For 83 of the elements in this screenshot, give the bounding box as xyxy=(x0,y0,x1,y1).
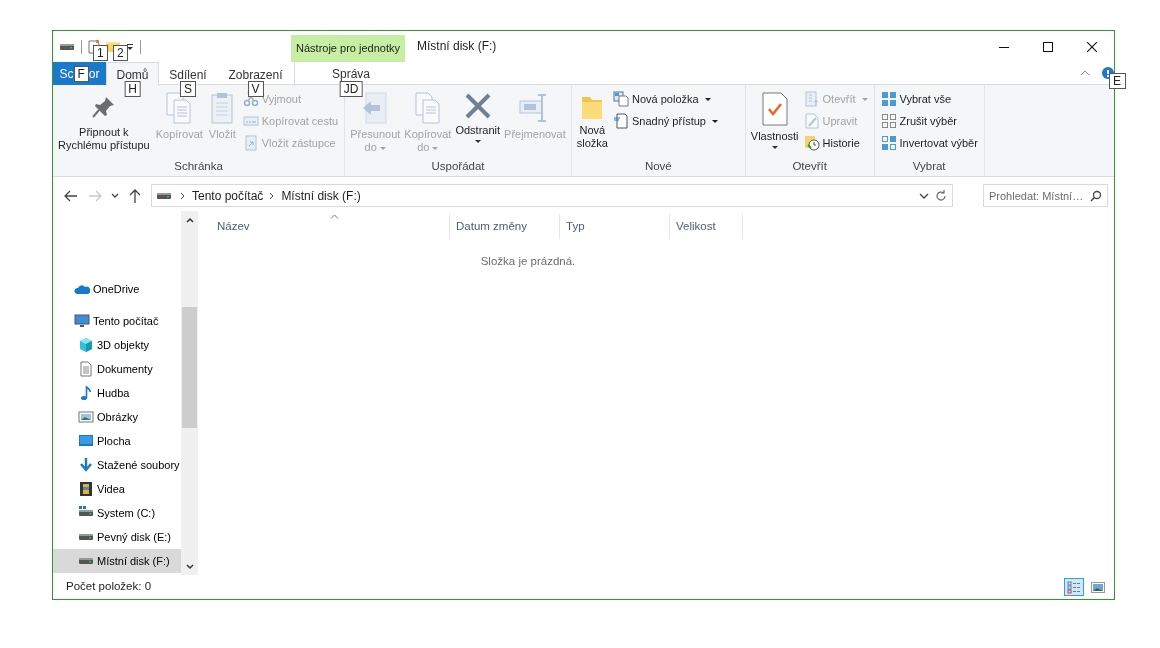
keytip: E xyxy=(1109,73,1126,89)
document-icon xyxy=(78,361,94,377)
select-all-icon xyxy=(880,91,897,107)
column-header[interactable]: Název xyxy=(211,214,450,239)
nav-item[interactable]: Stažené soubory xyxy=(53,453,181,477)
nav-item[interactable]: Místní disk (F:) xyxy=(53,549,181,573)
maximize-icon xyxy=(1043,41,1053,52)
scrollbar-thumb[interactable] xyxy=(182,307,197,428)
breadcrumb[interactable]: Místní disk (F:) xyxy=(279,186,363,205)
select-none-icon xyxy=(880,113,897,129)
easy-access-icon xyxy=(613,113,629,129)
history-icon xyxy=(803,135,820,151)
ribbon-button[interactable]: Nová položka xyxy=(611,89,720,109)
details-view-button[interactable] xyxy=(1064,578,1084,596)
nav-item[interactable]: Dokumenty xyxy=(53,357,181,381)
context-tab-label: Nástroje pro jednotky xyxy=(291,35,405,62)
copy-to-icon xyxy=(413,91,442,125)
desktop-icon xyxy=(78,433,94,449)
nav-item[interactable]: Pevný disk (E:) xyxy=(53,525,181,549)
thumbnail-view-icon xyxy=(1091,580,1105,594)
shortcut-icon xyxy=(242,135,259,151)
chevron-icon xyxy=(1080,70,1090,76)
ribbon-button[interactable]: Vybrat vše xyxy=(878,89,980,109)
refresh-icon[interactable] xyxy=(934,188,948,203)
group-label: Uspořádat xyxy=(430,159,486,174)
nav-item[interactable]: Hudba xyxy=(53,381,181,405)
column-header[interactable]: Datum změny xyxy=(450,214,560,239)
ribbon-button[interactable]: Nová složka xyxy=(575,89,609,152)
nav-item[interactable]: Obrázky xyxy=(53,405,181,429)
chevron-icon xyxy=(110,193,119,198)
keytip: 1 xyxy=(93,45,108,61)
group-label: Schránka xyxy=(173,159,224,174)
ribbon-button[interactable]: Invertovat výběr xyxy=(878,133,980,153)
cube-icon xyxy=(78,337,94,353)
nav-item[interactable]: OneDrive xyxy=(53,277,181,301)
nav-item[interactable]: System (C:) xyxy=(53,501,181,525)
open-icon xyxy=(803,91,820,107)
empty-folder-message: Složka je prázdná. xyxy=(479,254,577,269)
ribbon-button[interactable]: Odstranit xyxy=(454,89,502,145)
copy-icon xyxy=(165,91,194,125)
scrollbar[interactable] xyxy=(181,211,198,575)
download-icon xyxy=(78,457,94,473)
group-label: Vybrat xyxy=(911,159,947,174)
column-header[interactable]: Typ xyxy=(560,214,670,239)
scroll-up-icon[interactable] xyxy=(185,216,194,223)
nav-item[interactable]: Tento počítač xyxy=(53,309,181,333)
clipboard-icon xyxy=(210,91,235,125)
properties-icon xyxy=(759,91,790,127)
new-item-icon xyxy=(613,91,629,107)
film-icon xyxy=(78,481,94,497)
keytip: V xyxy=(247,81,264,97)
breadcrumb[interactable]: Tento počítač xyxy=(190,186,266,205)
search-icon[interactable] xyxy=(1090,190,1102,202)
keytip: S xyxy=(180,81,196,97)
group-label: Otevřít xyxy=(791,159,828,174)
keytip: JD xyxy=(339,81,363,97)
keytip: H xyxy=(124,81,141,97)
keytip: F xyxy=(73,65,89,82)
file-tab[interactable]: Sc F or xyxy=(53,62,106,85)
image-icon xyxy=(78,409,94,425)
keytip: 2 xyxy=(113,45,128,61)
path-icon xyxy=(242,113,259,129)
ribbon-button[interactable]: Vlastnosti xyxy=(749,89,800,151)
nav-item[interactable]: 3D objekty xyxy=(53,333,181,357)
ribbon-button[interactable]: Snadný přístup xyxy=(611,111,720,131)
close-icon xyxy=(1087,41,1097,52)
window-title: Místní disk (F:) xyxy=(417,38,497,55)
nav-item[interactable]: Videa xyxy=(53,477,181,501)
music-note-icon xyxy=(78,385,94,401)
ribbon-button[interactable]: Zrušit výběr xyxy=(878,111,980,131)
nav-item[interactable]: Plocha xyxy=(53,429,181,453)
address-bar[interactable]: Tento počítač Místní disk (F:) xyxy=(151,184,953,207)
group-label: Nové xyxy=(643,159,673,174)
dropdown-icon[interactable] xyxy=(126,42,134,51)
item-count: Počet položek: 0 xyxy=(66,579,152,595)
invert-selection-icon xyxy=(880,135,897,151)
edit-icon xyxy=(803,113,820,129)
search-field[interactable]: Prohledat: Místní… xyxy=(983,184,1108,207)
column-header[interactable]: Velikost xyxy=(670,214,743,239)
monitor-icon xyxy=(74,313,90,329)
scroll-down-icon[interactable] xyxy=(185,563,194,570)
details-view-icon xyxy=(1067,580,1081,594)
ribbon-button[interactable]: Historie xyxy=(801,133,870,153)
